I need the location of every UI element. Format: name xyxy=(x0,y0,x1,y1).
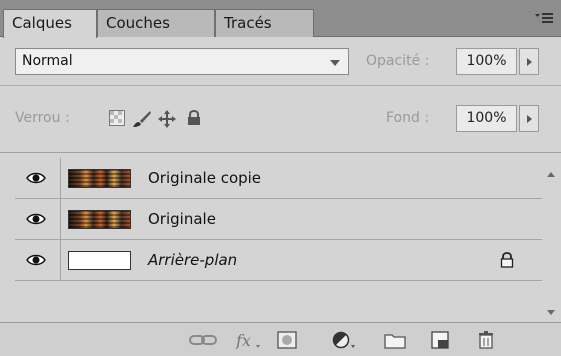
eye-icon xyxy=(26,254,46,266)
add-mask-icon[interactable] xyxy=(277,331,297,349)
opacity-slider-button[interactable] xyxy=(519,48,539,75)
fill-slider-button[interactable] xyxy=(519,105,539,132)
tab-traces[interactable]: Tracés xyxy=(215,9,314,37)
layer-row[interactable]: Arrière-plan xyxy=(15,240,542,281)
lock-icon xyxy=(500,252,514,268)
layer-thumbnail xyxy=(68,169,131,188)
layer-thumbnail xyxy=(68,210,131,229)
layers-bottom-toolbar: fx xyxy=(0,322,561,356)
visibility-toggle[interactable] xyxy=(15,158,61,198)
eye-icon xyxy=(26,213,46,225)
scroll-up-icon[interactable] xyxy=(547,172,555,177)
layer-name[interactable]: Arrière-plan xyxy=(148,251,237,269)
chevron-down-icon xyxy=(330,60,340,66)
opacity-input[interactable]: 100% xyxy=(456,48,517,75)
layers-panel: Calques Couches Tracés Normal Opacité : … xyxy=(0,0,561,356)
link-layers-icon[interactable] xyxy=(188,331,218,349)
lock-position-icon[interactable] xyxy=(158,110,176,128)
layer-name[interactable]: Originale copie xyxy=(148,169,261,187)
opacity-label: Opacité : xyxy=(366,53,430,69)
visibility-toggle[interactable] xyxy=(15,240,61,280)
layer-style-fx-icon[interactable]: fx xyxy=(234,331,262,349)
layer-row[interactable]: Originale xyxy=(15,199,542,240)
layer-thumbnail xyxy=(68,251,131,270)
svg-text:fx: fx xyxy=(235,331,251,349)
fill-input[interactable]: 100% xyxy=(456,105,517,132)
scroll-down-icon[interactable] xyxy=(547,310,555,315)
tab-calques[interactable]: Calques xyxy=(3,9,97,38)
visibility-toggle[interactable] xyxy=(15,199,61,239)
layers-list: Originale copie Originale Arrière-plan xyxy=(15,158,561,316)
blend-mode-select[interactable]: Normal xyxy=(15,48,349,75)
lock-all-icon[interactable] xyxy=(187,109,201,126)
new-layer-icon[interactable] xyxy=(431,331,449,349)
layer-name[interactable]: Originale xyxy=(148,210,216,228)
blend-opacity-row: Normal Opacité : 100% xyxy=(0,37,561,86)
lock-fill-row: Verrou : Fond : 100% xyxy=(0,86,561,153)
panel-menu-icon[interactable] xyxy=(533,10,555,28)
eye-icon xyxy=(26,172,46,184)
lock-label: Verrou : xyxy=(15,110,70,126)
lock-transparent-pixels-icon[interactable] xyxy=(109,110,125,126)
layer-row[interactable]: Originale copie xyxy=(15,158,542,199)
panel-tab-bar: Calques Couches Tracés xyxy=(0,0,561,38)
layers-scrollbar[interactable] xyxy=(542,158,561,322)
lock-image-pixels-icon[interactable] xyxy=(132,110,152,127)
adjustment-layer-icon[interactable] xyxy=(331,331,357,349)
blend-mode-value: Normal xyxy=(22,53,73,69)
tab-couches[interactable]: Couches xyxy=(97,9,215,37)
new-group-icon[interactable] xyxy=(384,331,406,349)
trash-icon[interactable] xyxy=(477,331,495,349)
fill-label: Fond : xyxy=(386,110,430,126)
